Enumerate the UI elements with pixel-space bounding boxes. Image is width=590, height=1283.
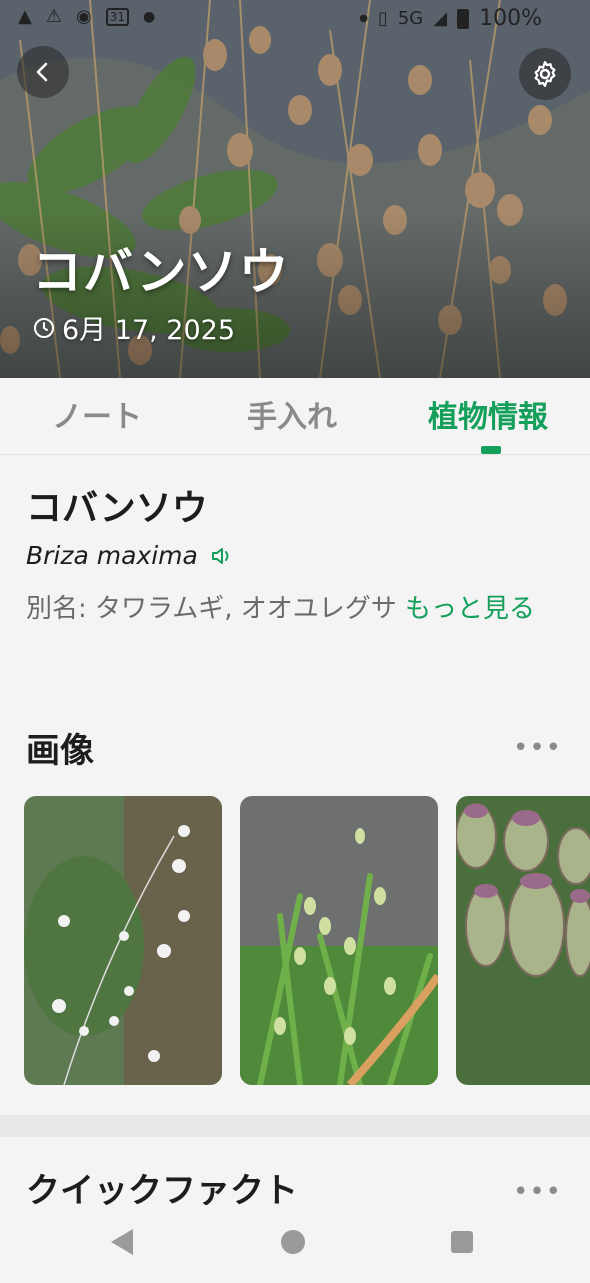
nav-recents-icon[interactable]: [451, 1231, 473, 1253]
plant-name: コバンソウ: [26, 488, 208, 529]
gear-icon: [534, 61, 556, 87]
quick-facts-more-button[interactable]: •••: [513, 1177, 562, 1207]
show-more-link[interactable]: もっと見る: [405, 594, 535, 624]
system-nav-bar: [0, 1205, 590, 1279]
plant-image-1[interactable]: [24, 796, 222, 1085]
settings-button[interactable]: [519, 48, 571, 100]
scientific-name-row: Briza maxima: [26, 541, 234, 570]
running-icon: ◉: [75, 6, 92, 27]
signal-icon: ◢: [433, 8, 448, 29]
plant-image-photo: [456, 796, 590, 1085]
page-title: コバンソウ: [32, 243, 290, 301]
calendar-icon: 31: [105, 7, 129, 26]
nav-back-icon[interactable]: [111, 1229, 133, 1255]
plant-image-3[interactable]: [456, 796, 590, 1085]
dot-icon: ●: [142, 8, 156, 25]
alert-icon: ⚠: [45, 6, 62, 27]
nav-home-icon[interactable]: [281, 1230, 305, 1254]
alias-names: 別名: タワラムギ, オオユレグサ: [26, 594, 406, 624]
tab-indicator: [481, 446, 501, 454]
vibrate-icon: ▯: [377, 8, 388, 29]
images-section-title: 画像: [26, 731, 94, 771]
date-row: 6月 17, 2025: [32, 308, 235, 347]
images-more-button[interactable]: •••: [513, 733, 562, 763]
nav-buttons: [111, 1229, 473, 1255]
network-label: 5G: [397, 8, 424, 29]
tab-plant-info[interactable]: 植物情報: [428, 392, 548, 436]
speaker-icon[interactable]: [210, 546, 234, 566]
date-label: 6月 17, 2025: [62, 315, 235, 346]
plant-image-photo: [24, 796, 222, 1085]
battery-label: 100%: [479, 6, 542, 31]
hero-image: ▲ ⚠ ◉ 31 ● ● ▯ 5G ◢ 100% コバンソウ 6月 17, 20…: [0, 0, 590, 378]
tab-bar: ノート 手入れ 植物情報: [0, 378, 590, 455]
section-divider: [0, 1115, 590, 1137]
status-bar: ▲ ⚠ ◉ 31 ● ● ▯ 5G ◢ 100%: [0, 0, 590, 38]
scientific-name: Briza maxima: [26, 541, 198, 570]
plant-image-2[interactable]: [240, 796, 438, 1085]
tab-notes[interactable]: ノート: [52, 392, 142, 436]
back-button[interactable]: [17, 46, 69, 98]
tab-care[interactable]: 手入れ: [247, 392, 337, 436]
battery-icon: [457, 8, 470, 29]
alias-text: 別名: タワラムギ, オオユレグサ もっと見る: [26, 589, 566, 629]
dot-icon: ●: [359, 13, 368, 24]
notification-icon: ▲: [18, 6, 32, 27]
chevron-left-icon: [36, 62, 48, 82]
plant-image-photo: [240, 796, 438, 1085]
clock-icon: [34, 317, 54, 338]
